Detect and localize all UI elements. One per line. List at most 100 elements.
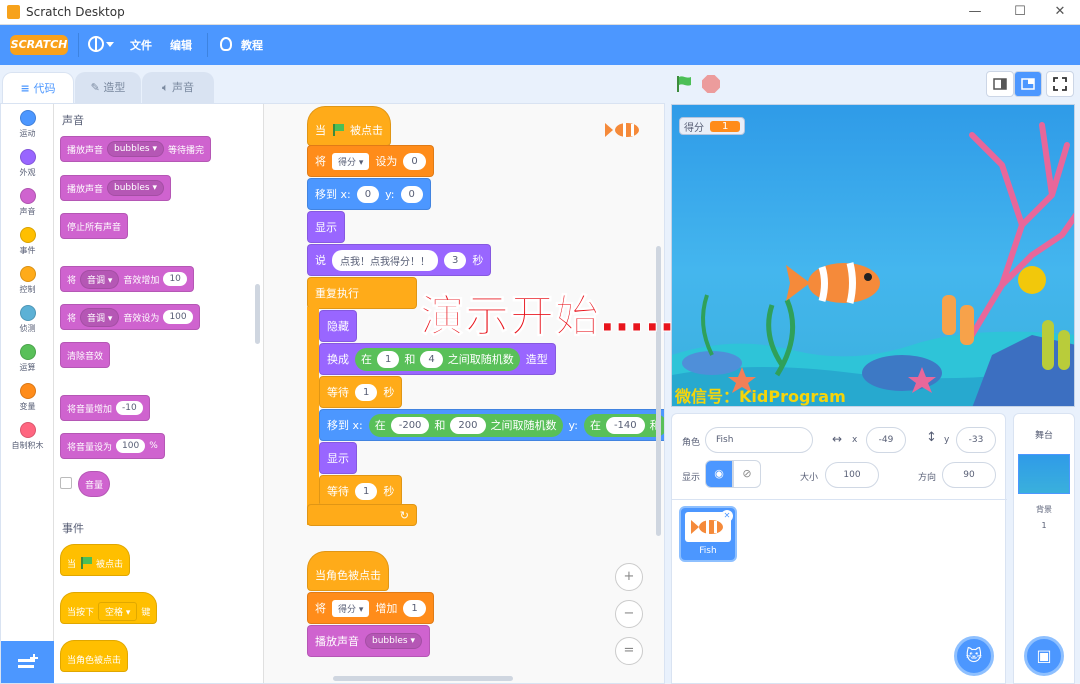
number-input[interactable]: 100	[163, 310, 193, 324]
value-input[interactable]: 0	[403, 152, 426, 170]
maximize-button[interactable]: ☐	[1005, 3, 1035, 21]
hide-sprite-button[interactable]: ⊘	[733, 460, 761, 488]
switch-costume-block[interactable]: 换成在 1 和 4 之间取随机数 造型	[319, 343, 556, 375]
tab-costumes[interactable]: ✎ 造型	[75, 72, 141, 103]
when-sprite-clicked-block[interactable]: 当角色被点击	[307, 551, 389, 591]
to-input[interactable]: 4	[420, 350, 443, 368]
random-operator[interactable]: 在-140和	[583, 413, 664, 437]
message-input[interactable]: 点我！点我得分！！	[332, 249, 438, 271]
number-input[interactable]: 100	[116, 439, 146, 453]
wait-block[interactable]: 等待 1 秒	[319, 475, 403, 507]
show-block[interactable]: 显示	[307, 211, 345, 243]
play-sound-until-done-block[interactable]: 播放声音bubbles等待播完	[60, 136, 211, 162]
y-input[interactable]: -33	[956, 427, 996, 453]
random-operator[interactable]: 在 1 和 4 之间取随机数	[355, 347, 520, 371]
sound-dropdown[interactable]: bubbles	[107, 180, 164, 196]
change-effect-block[interactable]: 将音调音效增加10	[60, 266, 194, 292]
volume-checkbox[interactable]	[60, 477, 72, 489]
scratch-logo[interactable]: SCRATCH	[10, 35, 68, 55]
variable-dropdown[interactable]: 得分	[332, 152, 370, 170]
x-input[interactable]: -49	[866, 427, 906, 453]
forever-block[interactable]: 重复执行	[307, 277, 417, 309]
sound-dropdown[interactable]: bubbles	[107, 141, 164, 157]
zoom-reset-button[interactable]: =	[615, 637, 643, 665]
tutorials-menu[interactable]: 教程	[241, 37, 263, 53]
zoom-in-button[interactable]: +	[615, 563, 643, 591]
category-motion[interactable]: 运动	[1, 110, 54, 139]
file-menu[interactable]: 文件	[130, 37, 152, 53]
stage-pane[interactable]: 舞台 背景 1 ▣	[1013, 413, 1075, 684]
go-to-random-xy-block[interactable]: 移到 x: 在 -200 和 200 之间取随机数 y: 在 -140 和	[319, 409, 664, 441]
clear-effects-block[interactable]: 清除音效	[60, 342, 111, 368]
seconds-input[interactable]: 1	[355, 482, 378, 500]
volume-reporter[interactable]: 音量	[78, 471, 111, 497]
palette-scrollbar[interactable]	[255, 284, 260, 344]
stop-all-sounds-block[interactable]: 停止所有声音	[60, 213, 129, 239]
zoom-out-button[interactable]: −	[615, 600, 643, 628]
effect-dropdown[interactable]: 音调	[80, 307, 120, 327]
close-button[interactable]: ✕	[1045, 3, 1075, 21]
from-input[interactable]: -140	[605, 416, 645, 434]
tab-sounds[interactable]: 🔈︎ 声音	[142, 72, 214, 103]
add-extension-button[interactable]	[1, 641, 54, 683]
key-dropdown[interactable]: 空格	[98, 601, 138, 621]
when-flag-clicked-block[interactable]: 当 被点击	[307, 106, 391, 146]
stage[interactable]: 得分 1 微信号：KidProgram	[671, 104, 1075, 407]
small-stage-button[interactable]	[986, 71, 1014, 97]
direction-input[interactable]: 90	[942, 462, 996, 488]
wait-block[interactable]: 等待 1 秒	[319, 376, 403, 408]
normal-stage-button[interactable]	[1014, 71, 1042, 97]
variable-dropdown[interactable]: 得分	[332, 599, 370, 617]
when-key-pressed-block[interactable]: 当按下空格键	[60, 592, 158, 624]
value-input[interactable]: 1	[403, 599, 426, 617]
number-input[interactable]: 10	[163, 272, 187, 286]
change-volume-block[interactable]: 将音量增加 -10	[60, 395, 150, 421]
category-sensing[interactable]: 侦测	[1, 305, 54, 334]
show-block[interactable]: 显示	[319, 442, 357, 474]
category-events[interactable]: 事件	[1, 227, 54, 256]
green-flag-button[interactable]	[675, 75, 693, 93]
delete-sprite-icon[interactable]: ✕	[721, 510, 733, 522]
start-sound-block[interactable]: 播放声音 bubbles	[60, 175, 171, 201]
x-input[interactable]: 0	[356, 185, 380, 203]
from-input[interactable]: 1	[377, 350, 400, 368]
seconds-input[interactable]: 3	[444, 251, 467, 269]
seconds-input[interactable]: 1	[355, 383, 378, 401]
sprite-card-fish[interactable]: ✕ Fish	[679, 506, 737, 562]
sound-dropdown[interactable]: bubbles	[365, 633, 422, 649]
effect-dropdown[interactable]: 音调	[80, 269, 120, 289]
when-flag-clicked-block[interactable]: 当 被点击	[60, 544, 131, 576]
set-variable-block[interactable]: 将得分设为 0	[307, 145, 434, 177]
script-horizontal-scrollbar[interactable]	[333, 676, 513, 681]
edit-menu[interactable]: 编辑	[170, 37, 192, 53]
go-to-xy-block[interactable]: 移到 x: 0 y: 0	[307, 178, 431, 210]
category-variables[interactable]: 变量	[1, 383, 54, 412]
stop-button[interactable]	[702, 75, 720, 93]
fullscreen-button[interactable]	[1046, 71, 1074, 97]
from-input[interactable]: -200	[390, 416, 430, 434]
hide-block[interactable]: 隐藏	[319, 310, 357, 342]
tab-code[interactable]: ≡ 代码	[2, 72, 74, 103]
score-variable-monitor[interactable]: 得分 1	[679, 117, 746, 135]
sprite-name-input[interactable]: Fish	[705, 427, 813, 453]
to-input[interactable]: 200	[450, 416, 486, 434]
minimize-button[interactable]: —	[960, 3, 990, 21]
y-input[interactable]: 0	[400, 185, 423, 203]
say-for-secs-block[interactable]: 说点我！点我得分！！ 3 秒	[307, 244, 492, 276]
category-sound[interactable]: 声音	[1, 188, 54, 217]
set-volume-block[interactable]: 将音量设为 100%	[60, 433, 165, 459]
choose-sprite-button[interactable]: 🐱︎	[954, 636, 994, 676]
category-control[interactable]: 控制	[1, 266, 54, 295]
size-input[interactable]: 100	[825, 462, 879, 488]
random-operator[interactable]: 在 -200 和 200 之间取随机数	[368, 413, 563, 437]
globe-icon[interactable]	[88, 36, 104, 52]
change-variable-block[interactable]: 将得分增加 1	[307, 592, 434, 624]
category-looks[interactable]: 外观	[1, 149, 54, 178]
number-input[interactable]: -10	[116, 401, 143, 415]
set-effect-block[interactable]: 将音调音效设为100	[60, 304, 200, 330]
category-operators[interactable]: 运算	[1, 344, 54, 373]
start-sound-block[interactable]: 播放声音 bubbles	[307, 625, 430, 657]
when-sprite-clicked-block[interactable]: 当角色被点击	[60, 640, 129, 672]
choose-backdrop-button[interactable]: ▣	[1024, 636, 1064, 676]
show-sprite-button[interactable]: ◉	[705, 460, 733, 488]
